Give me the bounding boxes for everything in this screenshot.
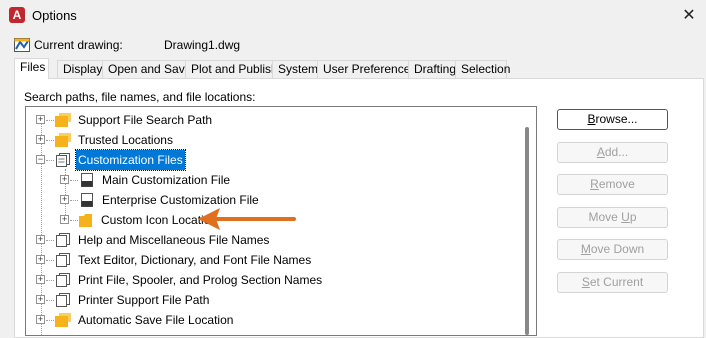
folder-stack-icon <box>55 133 71 147</box>
tree-item-label: Trusted Locations <box>78 133 173 147</box>
current-drawing-label: Current drawing: <box>34 38 123 52</box>
expand-toggle[interactable]: + <box>60 195 69 204</box>
button-label: Move Down <box>580 242 645 256</box>
expand-toggle[interactable]: + <box>36 115 45 124</box>
tree-item-label: Printer Support File Path <box>78 293 210 307</box>
tab-strip: Files Display Open and Save Plot and Pub… <box>14 58 534 79</box>
document-stack-icon <box>56 293 70 307</box>
expand-toggle[interactable]: + <box>36 275 45 284</box>
tab-system[interactable]: System <box>272 60 318 78</box>
tree-item-label: Customization Files <box>75 149 186 171</box>
tree-item-label: Print File, Spooler, and Prolog Section … <box>78 273 323 287</box>
tree-item-help-and-misc-file-names[interactable]: + Help and Miscellaneous File Names <box>26 230 521 250</box>
expand-toggle[interactable]: + <box>60 215 69 224</box>
close-button[interactable]: ✕ <box>672 0 706 31</box>
tab-display[interactable]: Display <box>57 60 103 78</box>
move-up-button[interactable]: Move Up <box>557 207 668 228</box>
tab-user-preferences[interactable]: User Preferences <box>317 60 416 78</box>
cui-file-icon <box>81 173 93 187</box>
tree-item-label: Text Editor, Dictionary, and Font File N… <box>78 253 312 267</box>
document-stack-icon <box>56 153 70 167</box>
expand-toggle[interactable]: + <box>36 295 45 304</box>
drawing-icon <box>14 38 30 52</box>
scrollbar-thumb[interactable] <box>525 127 529 335</box>
expand-toggle[interactable]: + <box>36 135 45 144</box>
collapse-toggle[interactable]: − <box>36 155 45 164</box>
tree-item-label: Main Customization File <box>102 173 231 187</box>
button-label: Remove <box>590 177 635 191</box>
tree-item-print-file-spooler-prolog[interactable]: + Print File, Spooler, and Prolog Sectio… <box>26 270 521 290</box>
title-bar: A Options ✕ <box>0 0 706 31</box>
document-stack-icon <box>56 253 70 267</box>
cui-file-icon <box>81 193 93 207</box>
current-drawing-name: Drawing1.dwg <box>164 38 241 52</box>
tree-item-text-editor-dictionary-font[interactable]: + Text Editor, Dictionary, and Font File… <box>26 250 521 270</box>
tab-drafting[interactable]: Drafting <box>408 60 456 78</box>
expand-toggle[interactable]: + <box>36 255 45 264</box>
tab-plot-and-publish[interactable]: Plot and Publish <box>185 60 278 78</box>
tree-item-customization-files[interactable]: − Customization Files <box>26 149 521 171</box>
tab-open-and-save[interactable]: Open and Save <box>102 60 191 78</box>
document-stack-icon <box>56 233 70 247</box>
set-current-button[interactable]: Set Current <box>557 272 668 293</box>
annotation-arrow-icon <box>198 208 296 230</box>
autocad-app-icon: A <box>9 7 25 23</box>
add-button[interactable]: Add... <box>557 142 668 163</box>
tab-files[interactable]: Files <box>14 58 49 79</box>
expand-toggle[interactable]: + <box>60 175 69 184</box>
tree-item-label: Automatic Save File Location <box>78 313 234 327</box>
tab-selection[interactable]: Selection <box>455 60 510 78</box>
tree-item-support-file-search-path[interactable]: + Support File Search Path <box>26 110 521 130</box>
button-label: Add... <box>596 145 629 159</box>
browse-button[interactable]: Browse... <box>557 109 668 130</box>
remove-button[interactable]: Remove <box>557 174 668 195</box>
move-down-button[interactable]: Move Down <box>557 239 668 260</box>
vertical-scrollbar[interactable] <box>519 107 536 335</box>
window-title: Options <box>32 8 77 23</box>
tree-item-automatic-save-file-location[interactable]: + Automatic Save File Location <box>26 310 521 330</box>
expand-toggle[interactable]: + <box>36 315 45 324</box>
button-label: Set Current <box>581 275 644 289</box>
document-stack-icon <box>56 273 70 287</box>
tree-item-main-customization-file[interactable]: + Main Customization File <box>26 170 521 190</box>
search-paths-label: Search paths, file names, and file locat… <box>24 90 256 104</box>
button-label: Move Up <box>588 210 637 224</box>
expand-toggle[interactable]: + <box>36 235 45 244</box>
tree-item-trusted-locations[interactable]: + Trusted Locations <box>26 130 521 150</box>
tree-item-label: Help and Miscellaneous File Names <box>78 233 270 247</box>
folder-stack-icon <box>55 113 71 127</box>
tree-item-label: Support File Search Path <box>78 113 213 127</box>
tree-item-printer-support-file-path[interactable]: + Printer Support File Path <box>26 290 521 310</box>
button-label: Browse... <box>587 112 638 126</box>
folder-icon <box>79 214 92 227</box>
folder-stack-icon <box>55 313 71 327</box>
